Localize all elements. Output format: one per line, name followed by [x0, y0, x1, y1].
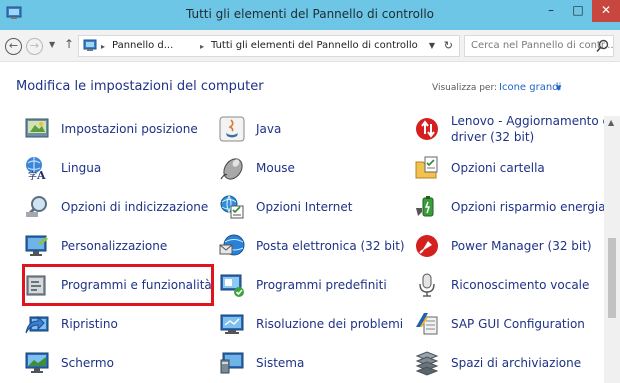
item-label: Sistema [256, 356, 305, 370]
item-label: Java [256, 122, 282, 136]
control-panel-item-email[interactable]: Posta elettronica (32 bit) [219, 233, 405, 265]
internet-options-icon [220, 195, 244, 219]
forward-button[interactable]: → [26, 38, 43, 55]
item-label: Personalizzazione [61, 239, 168, 253]
item-label: Risoluzione dei problemi [256, 317, 404, 331]
personalization-icon [25, 235, 48, 256]
svg-text:字: 字 [28, 170, 37, 181]
indexing-icon [25, 196, 47, 218]
close-button[interactable]: ✕ [592, 0, 620, 22]
vertical-scrollbar[interactable]: ▲ [604, 116, 620, 383]
item-label: Programmi predefiniti [256, 278, 387, 292]
control-panel-item-folder-options[interactable]: Opzioni cartella [414, 155, 599, 187]
control-panel-item-personalization[interactable]: Personalizzazione [24, 233, 209, 265]
breadcrumb-separator[interactable]: ▸ [200, 42, 204, 51]
item-label: Posta elettronica (32 bit) [256, 239, 405, 253]
refresh-icon[interactable]: ↻ [444, 39, 453, 52]
sap-gui-icon [416, 313, 438, 335]
item-label: Mouse [256, 161, 295, 175]
control-panel-icon [83, 39, 97, 51]
control-panel-item-sap-gui-configuration[interactable]: SAP GUI Configuration [414, 311, 599, 343]
control-panel-window: Tutti gli elementi del Pannello di contr… [0, 0, 620, 383]
search-placeholder[interactable]: Cerca nel Pannello di contr... [471, 40, 614, 51]
control-panel-item-power-options[interactable]: Opzioni risparmio energia [414, 194, 606, 226]
minimize-button[interactable]: – [537, 0, 565, 22]
item-label: Schermo [61, 356, 114, 370]
breadcrumb-item-all-items[interactable]: Tutti gli elementi del Pannello di contr… [211, 40, 418, 51]
lenovo-update-icon [416, 118, 438, 140]
address-bar[interactable]: ▸ Pannello d... ▸ Tutti gli elementi del… [78, 35, 460, 57]
maximize-button[interactable]: □ [564, 0, 592, 22]
troubleshooting-icon [220, 314, 244, 334]
control-panel-item-default-programs[interactable]: Programmi predefiniti [219, 272, 399, 304]
mouse-icon [220, 158, 243, 180]
control-panel-item-storage-spaces[interactable]: Spazi di archiviazione [414, 350, 599, 382]
item-label: Riconoscimento vocale [451, 278, 590, 292]
selection-highlight [22, 264, 214, 306]
title-bar[interactable]: Tutti gli elementi del Pannello di contr… [0, 0, 620, 30]
item-label: Opzioni cartella [451, 161, 545, 175]
control-panel-item-troubleshooting[interactable]: Risoluzione dei problemi [219, 311, 403, 343]
power-manager-icon [416, 235, 438, 257]
control-panel-item-language[interactable]: A 字 Lingua [24, 155, 209, 187]
breadcrumb-item-control-panel[interactable]: Pannello d... [112, 40, 173, 51]
item-label: Opzioni Internet [256, 200, 353, 214]
location-settings-icon [25, 118, 49, 138]
language-icon: A 字 [26, 157, 46, 181]
display-icon [25, 352, 49, 373]
item-label: SAP GUI Configuration [451, 317, 585, 331]
control-panel-item-display[interactable]: Schermo [24, 350, 209, 382]
item-label: Opzioni risparmio energia [451, 200, 606, 214]
microphone-icon [419, 273, 435, 297]
search-input[interactable]: Cerca nel Pannello di contr... [464, 35, 614, 57]
item-label: Spazi di archiviazione [451, 356, 582, 370]
window-title: Tutti gli elementi del Pannello di contr… [185, 7, 435, 21]
power-options-icon [416, 196, 434, 217]
item-label: Impostazioni posizione [61, 122, 198, 136]
default-programs-icon [220, 274, 244, 297]
control-panel-item-location-settings[interactable]: Impostazioni posizione [24, 116, 209, 148]
system-icon [220, 352, 244, 374]
storage-spaces-icon [415, 351, 439, 376]
view-by-label: Visualizza per: [432, 83, 498, 93]
control-panel-item-indexing-options[interactable]: Opzioni di indicizzazione [24, 194, 209, 226]
folder-options-icon [415, 156, 438, 179]
back-button[interactable]: ← [5, 38, 22, 55]
address-chevron-down-icon[interactable]: ▼ [429, 41, 435, 50]
control-panel-item-power-manager[interactable]: Power Manager (32 bit) [414, 233, 599, 265]
control-panel-item-recovery[interactable]: Ripristino [24, 311, 209, 343]
item-label: Opzioni di indicizzazione [61, 200, 209, 214]
mail-icon [219, 234, 245, 256]
svg-text:A: A [36, 169, 46, 181]
scrollbar-thumb[interactable] [608, 238, 616, 318]
up-button[interactable]: ↑ [64, 37, 74, 51]
view-by-chevron-down-icon[interactable]: ▼ [556, 84, 561, 92]
view-by-dropdown[interactable]: Icone grandi [499, 82, 561, 93]
control-panel-item-java[interactable]: Java [219, 116, 399, 148]
search-icon[interactable] [596, 39, 609, 53]
control-panel-item-speech-recognition[interactable]: Riconoscimento vocale [414, 272, 599, 304]
java-icon [219, 116, 245, 142]
item-label: Power Manager (32 bit) [451, 239, 592, 253]
item-label: Lenovo - Aggiornamento e driver (32 bit) [451, 114, 610, 144]
scroll-up-arrow-icon[interactable]: ▲ [608, 118, 614, 127]
item-label: Ripristino [61, 317, 118, 331]
page-title: Modifica le impostazioni del computer [16, 79, 264, 94]
recovery-icon [25, 315, 49, 334]
control-panel-item-lenovo-update[interactable]: Lenovo - Aggiornamento e driver (32 bit) [414, 114, 610, 148]
navigation-bar: ← → ▼ ↑ ▸ Pannello d... ▸ Tutti gli elem… [0, 30, 620, 62]
control-panel-item-internet-options[interactable]: Opzioni Internet [219, 194, 399, 226]
control-panel-item-mouse[interactable]: Mouse [219, 155, 399, 187]
control-panel-item-system[interactable]: Sistema [219, 350, 399, 382]
breadcrumb-separator[interactable]: ▸ [101, 42, 105, 51]
recent-locations-chevron-down-icon[interactable]: ▼ [49, 40, 55, 49]
item-label: Lingua [61, 161, 102, 175]
